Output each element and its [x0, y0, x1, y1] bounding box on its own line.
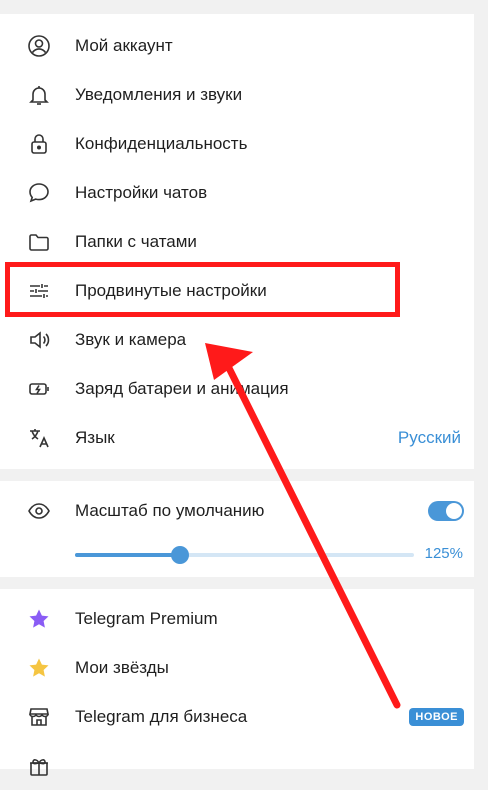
- menu-item-label: Мой аккаунт: [75, 35, 173, 55]
- translate-icon: [27, 426, 51, 450]
- star-purple-icon: [27, 607, 51, 631]
- menu-item-chat-settings[interactable]: Настройки чатов: [0, 168, 474, 217]
- settings-section-main: Мой аккаунт Уведомления и звуки Конфиден…: [0, 14, 474, 469]
- gift-icon: [27, 754, 51, 778]
- menu-item-telegram-premium[interactable]: Telegram Premium: [0, 594, 474, 643]
- menu-item-label: Папки с чатами: [75, 231, 197, 251]
- menu-item-my-account[interactable]: Мой аккаунт: [0, 21, 474, 70]
- menu-item-chat-folders[interactable]: Папки с чатами: [0, 217, 474, 266]
- menu-item-notifications[interactable]: Уведомления и звуки: [0, 70, 474, 119]
- menu-item-battery-animation[interactable]: Заряд батареи и анимация: [0, 364, 474, 413]
- battery-icon: [27, 377, 51, 401]
- menu-item-label: Настройки чатов: [75, 182, 208, 202]
- scale-default-toggle[interactable]: [428, 500, 464, 521]
- menu-item-advanced-settings[interactable]: Продвинутые настройки: [0, 266, 474, 315]
- menu-item-label: Конфиденциальность: [75, 133, 248, 153]
- new-badge: НОВОЕ: [409, 707, 464, 726]
- sliders-icon: [27, 279, 51, 303]
- menu-item-telegram-business[interactable]: Telegram для бизнеса НОВОЕ: [0, 692, 474, 741]
- lock-icon: [27, 132, 51, 156]
- menu-item-privacy[interactable]: Конфиденциальность: [0, 119, 474, 168]
- menu-item-sound-camera[interactable]: Звук и камера: [0, 315, 474, 364]
- settings-section-extra: Telegram Premium Мои звёзды Telegram для…: [0, 589, 474, 776]
- scale-label: Масштаб по умолчанию: [75, 500, 265, 520]
- menu-item-gift-partial[interactable]: [0, 741, 474, 790]
- menu-item-label: Язык: [75, 427, 115, 447]
- language-value: Русский: [397, 427, 461, 447]
- scale-slider-fill: [75, 553, 181, 557]
- menu-item-label: Заряд батареи и анимация: [75, 378, 289, 398]
- menu-item-label: Мои звёзды: [75, 657, 169, 677]
- menu-item-label: Продвинутые настройки: [75, 280, 267, 300]
- scale-default-row[interactable]: Масштаб по умолчанию: [0, 486, 474, 535]
- menu-item-label: Telegram Premium: [75, 608, 218, 628]
- scale-slider[interactable]: [75, 546, 414, 564]
- store-icon: [27, 705, 51, 729]
- chat-bubble-icon: [27, 181, 51, 205]
- menu-item-my-stars[interactable]: Мои звёзды: [0, 643, 474, 692]
- star-yellow-icon: [27, 656, 51, 680]
- toggle-knob: [446, 502, 462, 519]
- eye-icon: [27, 499, 51, 523]
- scale-slider-handle[interactable]: [171, 546, 190, 564]
- menu-item-label: Telegram для бизнеса: [75, 706, 248, 726]
- speaker-icon: [27, 328, 51, 352]
- menu-item-label: Уведомления и звуки: [75, 84, 243, 104]
- menu-item-label: Звук и камера: [75, 329, 187, 349]
- settings-section-scale: Масштаб по умолчанию 125%: [0, 481, 474, 577]
- scale-value: 125%: [424, 545, 463, 562]
- account-circle-icon: [27, 34, 51, 58]
- bell-icon: [27, 83, 51, 107]
- folder-icon: [27, 230, 51, 254]
- menu-item-language[interactable]: Язык Русский: [0, 413, 474, 462]
